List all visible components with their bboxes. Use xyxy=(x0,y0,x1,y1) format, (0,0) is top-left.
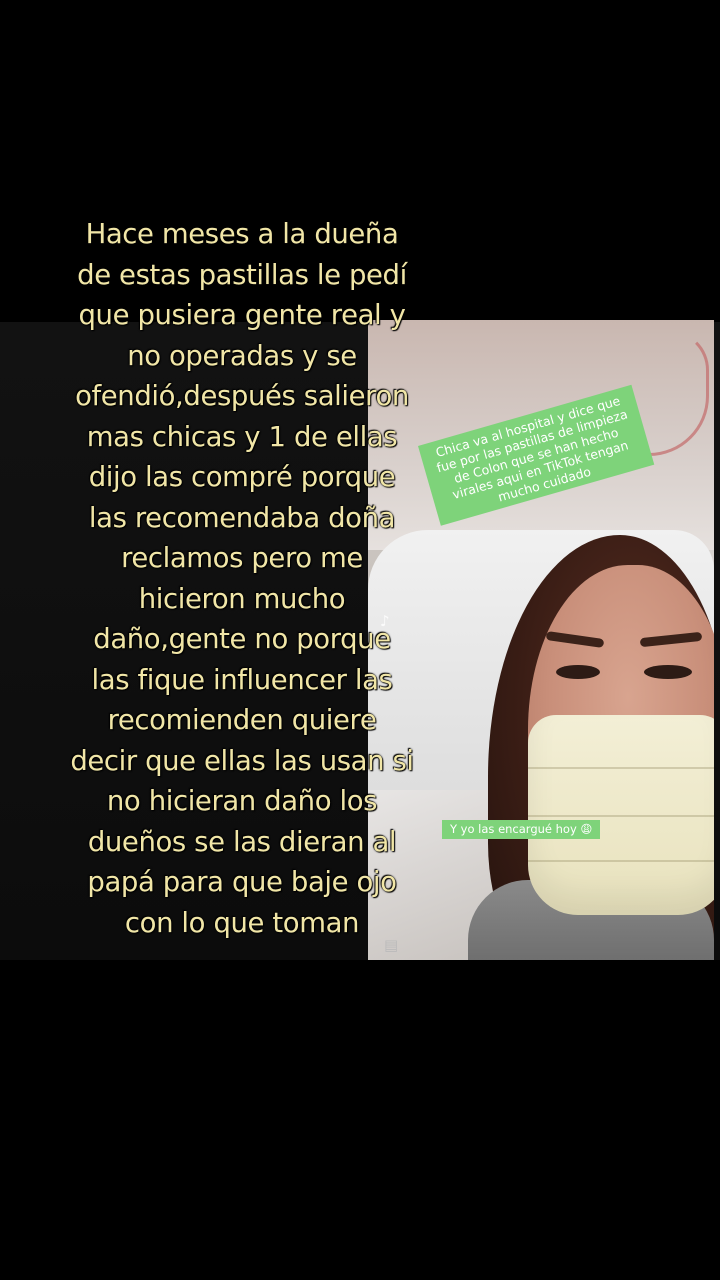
left-eyebrow xyxy=(545,631,605,648)
caption-line: que pusiera gente real y xyxy=(78,299,406,331)
caption-line: Hace meses a la dueña xyxy=(85,218,399,250)
right-eyebrow xyxy=(639,631,703,648)
caption-line: papá para que baje ojo xyxy=(87,866,397,898)
green-caption-sticker-2: Y yo las encargué hoy 😩 xyxy=(442,820,601,839)
surgical-mask xyxy=(528,715,714,915)
caption-line: no hicieran daño los xyxy=(106,785,378,817)
caption-line: decir que ellas las usan si xyxy=(70,744,414,777)
mask-fold xyxy=(528,815,714,817)
caption-line: dueños se las dieran al xyxy=(87,825,397,858)
mask-fold xyxy=(528,860,714,862)
caption-line: mas chicas y 1 de ellas xyxy=(86,420,398,453)
right-eye xyxy=(644,665,692,679)
caption-line: las recomendaba doña xyxy=(88,501,396,534)
caption-line: ofendió,después salieron xyxy=(75,380,409,412)
caption-line: de estas pastillas le pedí xyxy=(77,258,407,291)
caption-line: dijo las compré porque xyxy=(88,461,396,493)
caption-line: daño,gente no porque xyxy=(93,623,391,655)
caption-line: hicieron mucho xyxy=(138,582,346,615)
video-frame[interactable]: Chica va al hospital y dice que fue por … xyxy=(0,0,720,1280)
caption-line: las fique influencer las xyxy=(91,663,393,696)
mask-fold xyxy=(528,767,714,769)
left-eye xyxy=(556,665,600,679)
caption-line: recomienden quiere xyxy=(107,704,377,736)
overlay-caption: Hace meses a la dueña de estas pastillas… xyxy=(20,214,464,943)
caption-line: reclamos pero me xyxy=(121,542,363,574)
document-icon: ▤ xyxy=(384,936,399,954)
caption-line: no operadas y se xyxy=(127,339,357,372)
tiktok-logo-icon: ♪ xyxy=(380,612,390,630)
